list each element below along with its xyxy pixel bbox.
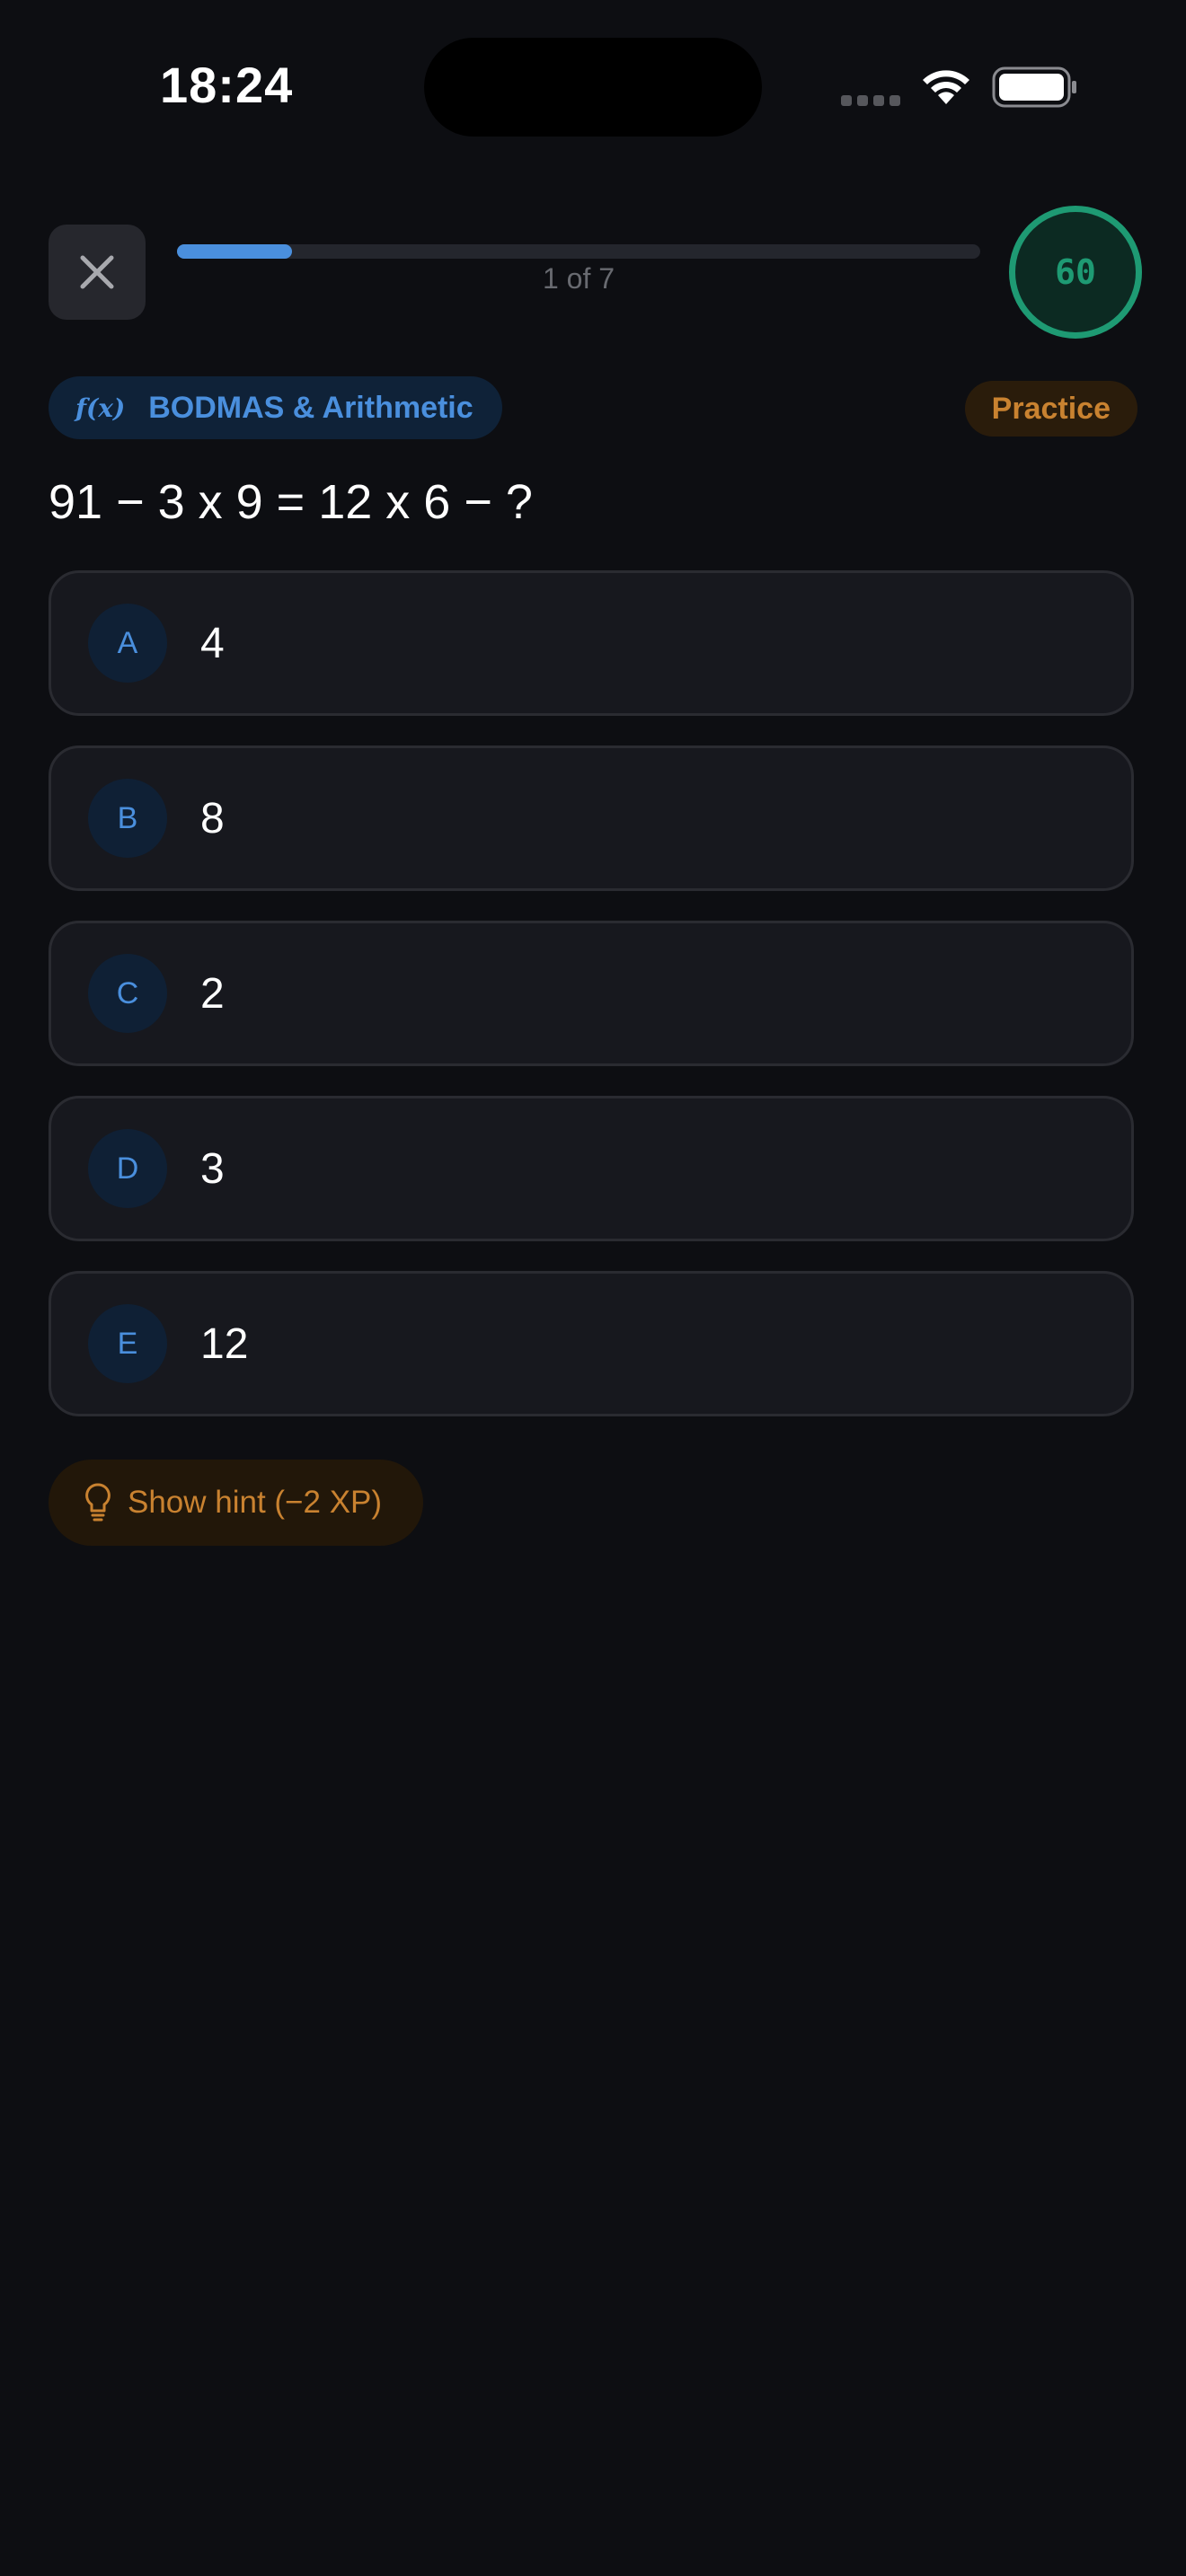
- option-value: 2: [200, 969, 225, 1018]
- score-ring: 60: [1009, 206, 1142, 339]
- answer-option-b[interactable]: B 8: [49, 745, 1134, 891]
- close-icon: [80, 255, 114, 289]
- progress-counter: 1 of 7: [542, 262, 615, 295]
- battery-icon: [992, 66, 1078, 112]
- option-letter-badge: B: [88, 779, 167, 858]
- progress-bar-fill: [177, 244, 292, 259]
- progress-bar: [177, 244, 980, 259]
- close-button[interactable]: [49, 225, 146, 320]
- option-value: 12: [200, 1319, 249, 1368]
- dynamic-island: [424, 38, 762, 137]
- show-hint-button[interactable]: Show hint (−2 XP): [49, 1460, 424, 1546]
- option-letter-badge: E: [88, 1304, 167, 1383]
- mode-badge: Practice: [964, 381, 1137, 437]
- topic-label: BODMAS & Arithmetic: [148, 390, 474, 425]
- show-hint-label: Show hint (−2 XP): [128, 1485, 383, 1520]
- status-time: 18:24: [160, 57, 294, 113]
- option-value: 4: [200, 619, 225, 667]
- option-value: 3: [200, 1144, 225, 1193]
- cellular-signal-icon: [841, 95, 900, 106]
- answer-option-a[interactable]: A 4: [49, 570, 1134, 716]
- question-text: 91 − 3 x 9 = 12 x 6 − ?: [49, 475, 533, 529]
- topic-chip: f(x) BODMAS & Arithmetic: [49, 376, 502, 439]
- answer-option-c[interactable]: C 2: [49, 921, 1134, 1066]
- option-value: 8: [200, 794, 225, 842]
- wifi-icon: [918, 65, 974, 110]
- lightbulb-icon: [85, 1483, 111, 1522]
- status-bar: 18:24: [0, 0, 1186, 180]
- function-icon: f(x): [75, 393, 126, 423]
- option-letter-badge: D: [88, 1129, 167, 1208]
- option-letter-badge: C: [88, 954, 167, 1033]
- answer-option-d[interactable]: D 3: [49, 1096, 1134, 1241]
- answer-option-e[interactable]: E 12: [49, 1271, 1134, 1416]
- option-letter-badge: A: [88, 604, 167, 683]
